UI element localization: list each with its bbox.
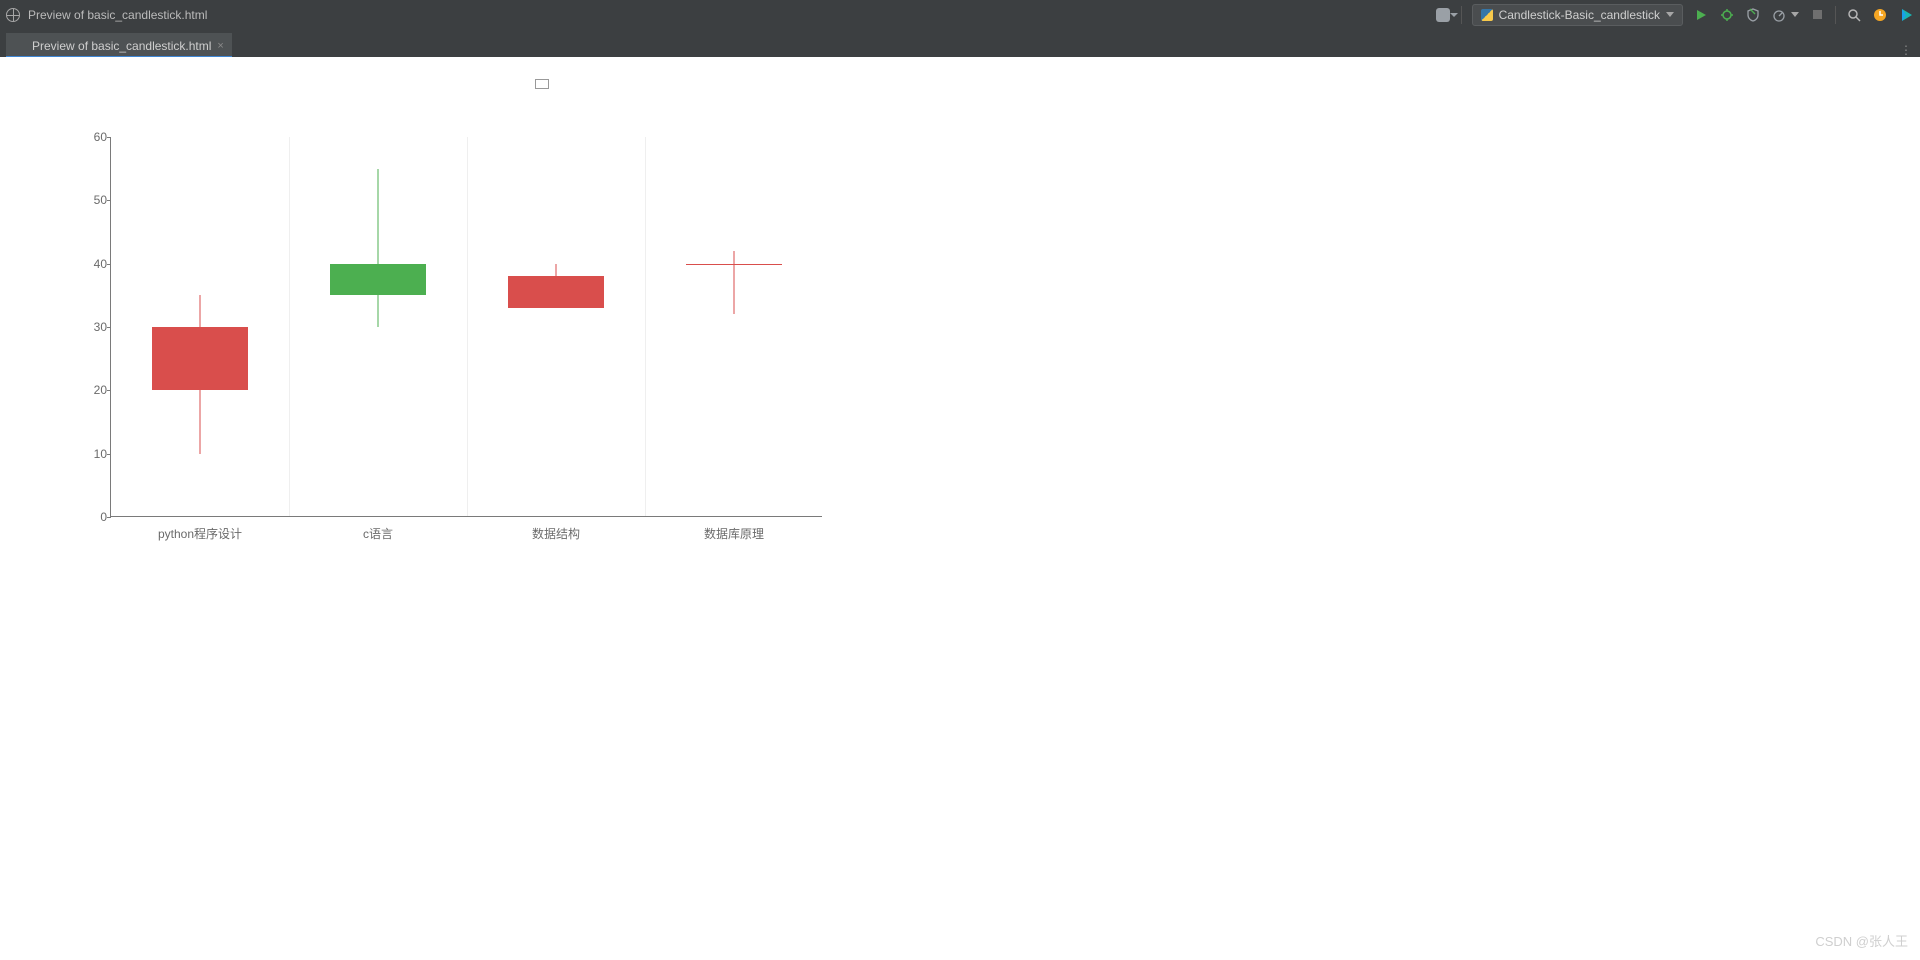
candle[interactable] — [330, 137, 426, 517]
y-tick: 50 — [81, 193, 107, 207]
chevron-down-icon — [1666, 12, 1674, 17]
x-label: 数据库原理 — [645, 525, 823, 542]
y-tick: 0 — [81, 510, 107, 524]
x-label: python程序设计 — [111, 525, 289, 542]
ide-titlebar: Preview of basic_candlestick.html Candle… — [0, 0, 1920, 29]
chevron-down-icon[interactable] — [1791, 12, 1799, 17]
watermark: CSDN @张人王 — [1815, 931, 1908, 950]
tab-bar: Preview of basic_candlestick.html × ⋮ — [0, 29, 1920, 57]
more-tabs-icon[interactable]: ⋮ — [1898, 43, 1914, 57]
globe-icon — [14, 40, 26, 52]
candle-wick — [733, 251, 734, 314]
separator — [1835, 6, 1836, 24]
toolbox-icon[interactable] — [1898, 7, 1914, 23]
sync-icon[interactable] — [1872, 7, 1888, 23]
candle-body — [330, 264, 426, 296]
window-title: Preview of basic_candlestick.html — [28, 8, 207, 22]
preview-content: 0 10 20 30 40 50 60 python程序设计c语言数据结构数据库原理 CSDN… — [0, 57, 1920, 960]
tab-preview[interactable]: Preview of basic_candlestick.html × — [6, 33, 232, 57]
run-config-label: Candlestick-Basic_candlestick — [1499, 8, 1660, 22]
candle-body — [508, 276, 604, 308]
separator — [1461, 6, 1462, 24]
candle-wick — [377, 169, 378, 327]
candle-body — [686, 264, 782, 265]
x-label: c语言 — [289, 525, 467, 542]
candle-body — [152, 327, 248, 390]
stop-icon[interactable] — [1809, 7, 1825, 23]
y-tick: 20 — [81, 383, 107, 397]
candle[interactable] — [686, 137, 782, 517]
gridline — [467, 137, 468, 516]
y-tick: 60 — [81, 130, 107, 144]
y-tick: 10 — [81, 447, 107, 461]
candle[interactable] — [152, 137, 248, 517]
chart-container: 0102030405060python程序设计c语言数据结构数据库原理 — [80, 69, 840, 489]
coverage-icon[interactable] — [1745, 7, 1761, 23]
run-icon[interactable] — [1693, 7, 1709, 23]
candle[interactable] — [508, 137, 604, 517]
user-menu[interactable] — [1435, 7, 1451, 23]
close-icon[interactable]: × — [217, 40, 223, 52]
tab-label: Preview of basic_candlestick.html — [32, 39, 211, 53]
gridline — [645, 137, 646, 516]
gridline — [289, 137, 290, 516]
y-tick: 30 — [81, 320, 107, 334]
debug-icon[interactable] — [1719, 7, 1735, 23]
run-config-selector[interactable]: Candlestick-Basic_candlestick — [1472, 4, 1683, 26]
x-label: 数据结构 — [467, 525, 645, 542]
candlestick-chart[interactable]: 0102030405060python程序设计c语言数据结构数据库原理 — [80, 69, 840, 489]
profiler-icon[interactable] — [1771, 7, 1787, 23]
search-icon[interactable] — [1846, 7, 1862, 23]
python-icon — [1481, 9, 1493, 21]
y-tick: 40 — [81, 257, 107, 271]
globe-icon — [6, 8, 20, 22]
